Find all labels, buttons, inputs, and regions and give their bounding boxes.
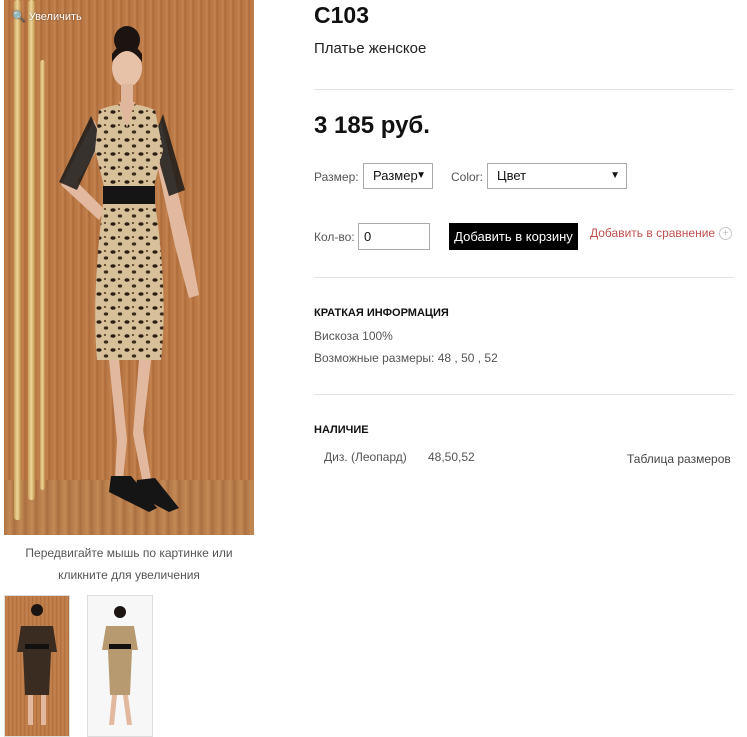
add-to-compare-text: Добавить в сравнение	[590, 226, 716, 240]
dropdown-arrow-icon: ▼	[610, 170, 620, 181]
stock-color: Диз. (Леопард)	[324, 450, 407, 464]
main-product-image[interactable]: 🔍 Увеличить	[4, 0, 254, 535]
thumbnail-model	[102, 606, 138, 725]
color-select-value: Цвет	[497, 168, 527, 183]
bamboo-stalk	[14, 0, 21, 520]
qty-label: Кол-во:	[314, 230, 355, 244]
short-info-title: КРАТКАЯ ИНФОРМАЦИЯ	[314, 307, 449, 319]
thumbnail-model	[17, 604, 57, 725]
thumbnail-front-view[interactable]	[87, 595, 153, 737]
add-to-compare-link[interactable]: Добавить в сравнение +	[590, 226, 733, 240]
material-info: Вискоза 100%	[314, 329, 393, 343]
qty-input[interactable]	[358, 223, 430, 250]
divider	[314, 277, 734, 278]
divider	[314, 89, 734, 90]
divider	[314, 394, 734, 395]
color-select[interactable]: Цвет ▼	[487, 163, 627, 189]
zoom-label-text: Увеличить	[28, 10, 82, 23]
product-price: 3 185 руб.	[314, 112, 430, 139]
zoom-hint: Передвигайте мышь по картинке или кликни…	[25, 546, 233, 582]
magnifier-icon: 🔍	[12, 11, 26, 23]
bamboo-stalk	[28, 0, 35, 500]
size-label: Размер:	[314, 170, 359, 184]
availability-title: НАЛИЧИЕ	[314, 424, 369, 436]
size-select[interactable]: Размер ▼	[363, 163, 433, 189]
plus-circle-icon: +	[719, 226, 733, 240]
thumbnail-back-view[interactable]	[4, 595, 70, 737]
size-select-value: Размер	[373, 168, 418, 183]
dropdown-arrow-icon: ▼	[416, 170, 426, 181]
sizes-info: Возможные размеры: 48 , 50 , 52	[314, 351, 498, 365]
stock-sizes: 48,50,52	[428, 450, 475, 464]
add-to-cart-button[interactable]: Добавить в корзину	[449, 223, 578, 250]
size-table-link[interactable]: Таблица размеров	[627, 452, 731, 466]
zoom-link[interactable]: 🔍 Увеличить	[12, 10, 82, 24]
product-sku: С103	[314, 2, 369, 28]
product-subtitle: Платье женское	[314, 40, 427, 57]
model-illustration	[59, 26, 199, 512]
color-label: Color:	[451, 170, 484, 184]
